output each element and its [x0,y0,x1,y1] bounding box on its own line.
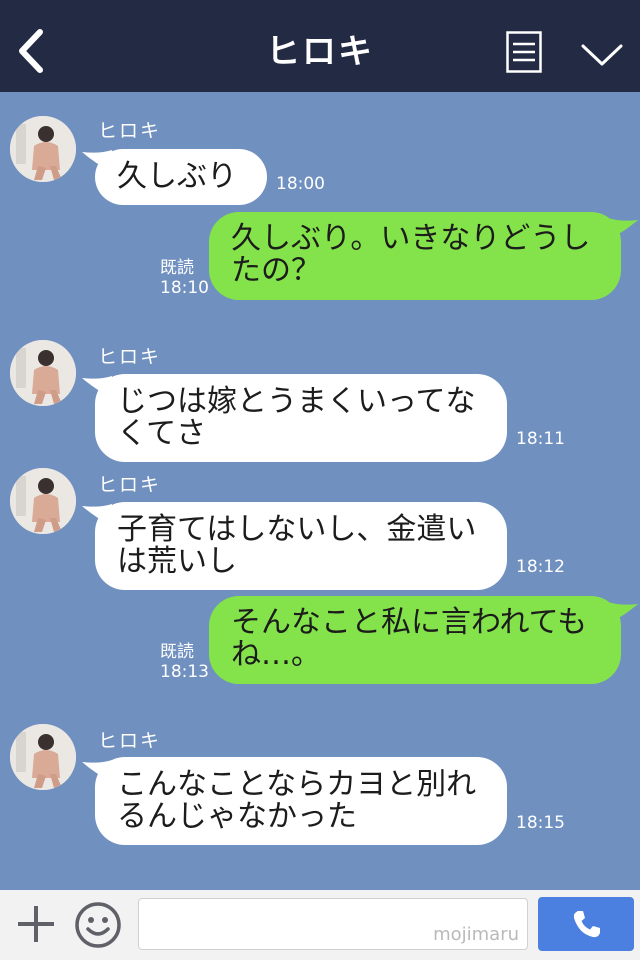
smile-icon[interactable] [74,901,122,949]
message-bubble[interactable]: 久しぶり [95,149,267,205]
message-input[interactable]: mojimaru [138,898,528,950]
chat-header: ヒロキ [0,0,640,92]
read-label: 既読 [160,642,194,662]
message-bubble[interactable]: こんなことならカヨと別れるんじゃなかった [95,757,507,845]
avatar[interactable] [10,468,76,534]
read-label: 既読 [160,258,194,278]
watermark: mojimaru [433,924,519,945]
chevron-down-icon[interactable] [580,40,624,70]
message-time: 18:11 [516,429,565,449]
message-text: そんなこと私に言われてもね…。 [231,605,588,672]
chat-area[interactable]: ヒロキ 久しぶり 18:00 久しぶり。いきなりどうしたの？ 既読 18:10 … [0,92,640,890]
message-time: 18:15 [516,813,565,833]
chat-title: ヒロキ [266,32,374,72]
sender-name: ヒロキ [98,120,162,142]
message-time: 18:00 [276,174,325,194]
phone-icon [573,911,600,938]
sender-name: ヒロキ [98,346,162,368]
message-text: じつは嫁とうまくいってなくてさ [117,384,476,451]
sender-name: ヒロキ [98,474,162,496]
message-bubble[interactable]: 子育てはしないし、金遣いは荒いし [95,502,507,590]
avatar[interactable] [10,116,76,182]
avatar[interactable] [10,724,76,790]
message-bubble[interactable]: そんなこと私に言われてもね…。 [209,596,621,684]
menu-icon[interactable] [506,31,542,73]
avatar[interactable] [10,340,76,406]
message-text: 久しぶり。いきなりどうしたの？ [231,221,591,288]
message-time: 18:13 [160,662,209,682]
message-bubble[interactable]: じつは嫁とうまくいってなくてさ [95,374,507,462]
message-text: 久しぶり [117,159,237,194]
message-bubble[interactable]: 久しぶり。いきなりどうしたの？ [209,212,621,300]
message-text: こんなことならカヨと別れるんじゃなかった [117,767,477,834]
read-receipt: 既読 18:13 [160,642,209,682]
message-time: 18:12 [516,557,565,577]
message-time: 18:10 [160,278,209,298]
sender-name: ヒロキ [98,730,162,752]
call-button[interactable] [538,897,634,951]
message-text: 子育てはしないし、金遣いは荒いし [117,512,477,579]
plus-icon[interactable] [16,904,56,944]
read-receipt: 既読 18:10 [160,258,209,298]
